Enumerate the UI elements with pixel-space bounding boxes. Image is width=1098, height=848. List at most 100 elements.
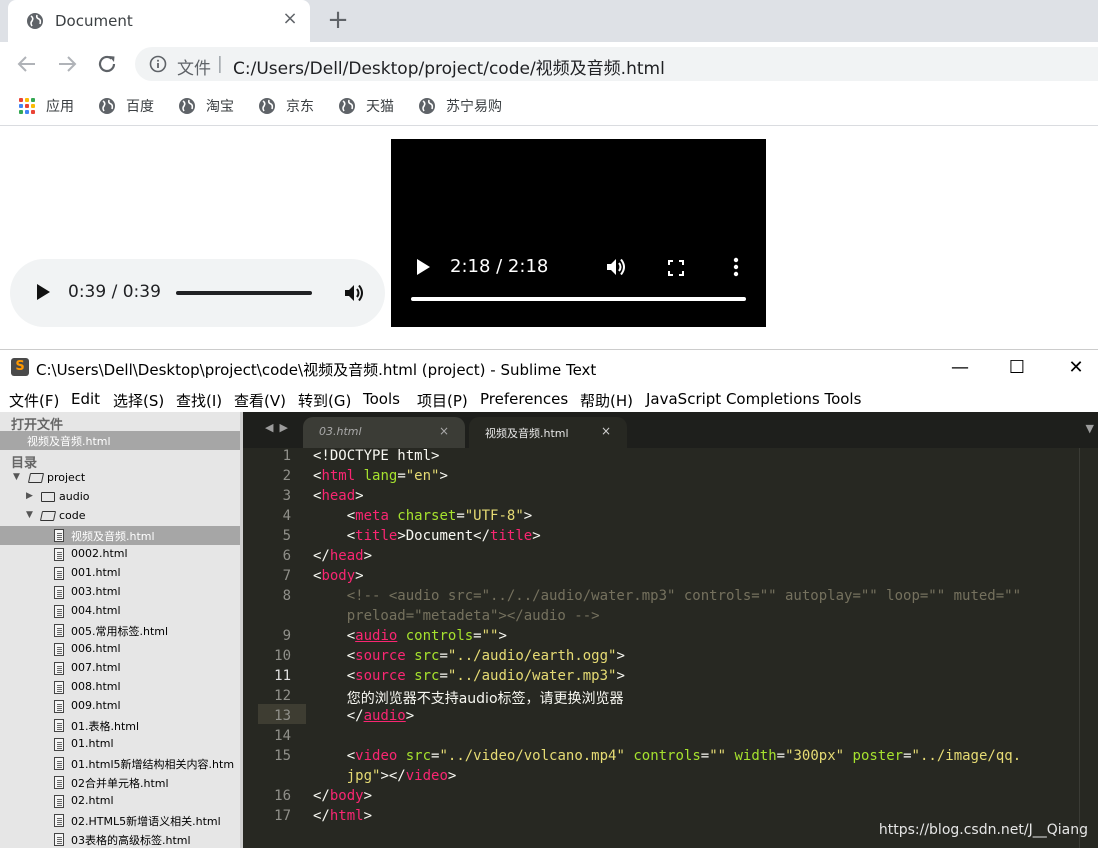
- file-label: 01.表格.html: [71, 720, 140, 733]
- file-item[interactable]: 003.html: [0, 583, 243, 602]
- file-label: 视频及音频.html: [71, 530, 155, 543]
- video-player: 2:18 / 2:18: [391, 139, 766, 327]
- file-icon: [54, 776, 64, 789]
- tab-dropdown-icon[interactable]: ▼: [1086, 422, 1094, 435]
- file-item[interactable]: 02.html: [0, 792, 243, 811]
- punct: =: [439, 668, 448, 684]
- folder-project[interactable]: ▼ project: [0, 469, 243, 488]
- browser-tabstrip: Document × +: [0, 0, 1098, 42]
- bookmark-taobao[interactable]: 淘宝: [178, 96, 234, 116]
- code-line: <video src = "../video/volcano.mp4" contro…: [313, 748, 1021, 764]
- file-item[interactable]: 01.html5新增结构相关内容.htm: [0, 754, 243, 773]
- file-item[interactable]: 01.html: [0, 735, 243, 754]
- code-line: <title>Document</title>: [313, 528, 541, 544]
- expanded-arrow-icon[interactable]: ▼: [26, 510, 33, 520]
- file-icon: [54, 548, 64, 561]
- file-item[interactable]: 006.html: [0, 640, 243, 659]
- info-icon[interactable]: [149, 55, 167, 73]
- menu-find[interactable]: 查找(I): [176, 390, 222, 411]
- bookmark-jd[interactable]: 京东: [258, 96, 314, 116]
- video-play-icon[interactable]: [417, 259, 430, 275]
- file-item[interactable]: 007.html: [0, 659, 243, 678]
- menu-view[interactable]: 查看(V): [234, 390, 286, 411]
- attr-name: src: [405, 668, 440, 684]
- punct: >: [498, 628, 507, 644]
- folder-audio[interactable]: ▶ audio: [0, 488, 243, 507]
- sublime-app-icon: S: [11, 358, 29, 376]
- menu-js-completions[interactable]: JavaScript Completions Tools: [646, 390, 861, 408]
- maximize-button[interactable]: ☐: [1002, 356, 1032, 380]
- file-icon: [54, 719, 64, 732]
- tab-video-audio-html[interactable]: 视频及音频.html ×: [469, 417, 627, 448]
- audio-progress-bar[interactable]: [176, 291, 312, 295]
- close-window-button[interactable]: ✕: [1061, 356, 1091, 380]
- tab-close-icon[interactable]: ×: [280, 9, 300, 29]
- url-scheme-label: 文件: [177, 59, 211, 79]
- bookmark-tmall[interactable]: 天猫: [338, 96, 394, 116]
- menu-selection[interactable]: 选择(S): [113, 390, 164, 411]
- tab-close-icon[interactable]: ×: [601, 424, 611, 438]
- tab-03-html[interactable]: 03.html ×: [303, 417, 465, 448]
- open-file-item[interactable]: 视频及音频.html: [0, 431, 243, 450]
- video-progress-bar[interactable]: [411, 297, 746, 301]
- menu-tools[interactable]: Tools: [363, 390, 400, 408]
- punct: >: [363, 788, 373, 804]
- tab-close-icon[interactable]: ×: [439, 424, 449, 438]
- menu-goto[interactable]: 转到(G): [298, 390, 351, 411]
- attr-name: charset: [388, 508, 457, 524]
- file-item[interactable]: 009.html: [0, 697, 243, 716]
- code-line: <!DOCTYPE html>: [313, 448, 439, 464]
- url-text[interactable]: C:/Users/Dell/Desktop/project/code/视频及音频…: [233, 54, 665, 79]
- file-label: 0002.html: [71, 547, 128, 560]
- sidebar: 打开文件 视频及音频.html 目录 ▼ project ▶ audio ▼ c…: [0, 412, 243, 848]
- audio-play-icon[interactable]: [37, 284, 50, 300]
- menu-file[interactable]: 文件(F): [9, 390, 59, 411]
- tag-name: video: [405, 768, 448, 784]
- file-item[interactable]: 005.常用标签.html: [0, 621, 243, 640]
- punct: =: [903, 748, 912, 764]
- menu-project[interactable]: 项目(P): [417, 390, 468, 411]
- collapsed-arrow-icon[interactable]: ▶: [26, 491, 33, 501]
- more-options-icon[interactable]: [733, 257, 739, 277]
- address-bar[interactable]: 文件 | C:/Users/Dell/Desktop/project/code/…: [135, 47, 1098, 81]
- fullscreen-icon[interactable]: [668, 260, 684, 276]
- punct: >: [405, 708, 415, 724]
- file-item[interactable]: 008.html: [0, 678, 243, 697]
- file-icon: [54, 643, 64, 656]
- back-arrow-icon[interactable]: [15, 52, 39, 76]
- tag-name: source: [355, 648, 406, 664]
- file-item[interactable]: 001.html: [0, 564, 243, 583]
- bookmark-suning[interactable]: 苏宁易购: [418, 96, 502, 116]
- video-volume-icon[interactable]: [605, 257, 627, 277]
- expanded-arrow-icon[interactable]: ▼: [13, 472, 20, 482]
- menu-preferences[interactable]: Preferences: [480, 390, 568, 408]
- reload-icon[interactable]: [95, 52, 119, 76]
- folder-code[interactable]: ▼ code: [0, 507, 243, 526]
- sublime-titlebar: S C:\Users\Dell\Desktop\project\code\视频及…: [0, 350, 1098, 386]
- attr-name: src: [397, 748, 432, 764]
- file-label: 004.html: [71, 604, 121, 617]
- menu-edit[interactable]: Edit: [71, 390, 100, 408]
- bookmark-apps[interactable]: 应用: [18, 96, 74, 116]
- code-line: <audio controls="">: [313, 628, 507, 644]
- file-item[interactable]: 02合并单元格.html: [0, 773, 243, 792]
- file-item[interactable]: 0002.html: [0, 545, 243, 564]
- editor-scrollbar[interactable]: [1088, 448, 1098, 848]
- tab-nav-arrows-icon[interactable]: ◀▶: [265, 421, 294, 434]
- code-area[interactable]: <!DOCTYPE html> <html lang="en"> <head> …: [313, 448, 1083, 848]
- tag-name: html: [321, 468, 356, 484]
- minimize-button[interactable]: —: [945, 356, 975, 380]
- punct: <: [313, 648, 356, 664]
- forward-arrow-icon[interactable]: [55, 52, 79, 76]
- bookmark-baidu[interactable]: 百度: [98, 96, 154, 116]
- file-item[interactable]: 02.HTML5新增语义相关.html: [0, 811, 243, 830]
- file-item[interactable]: 01.表格.html: [0, 716, 243, 735]
- file-item[interactable]: 03表格的高级标签.html: [0, 830, 243, 848]
- attr-value: "../video/volcano.mp4": [439, 748, 625, 764]
- audio-volume-icon[interactable]: [343, 283, 365, 303]
- browser-tab[interactable]: Document ×: [8, 0, 310, 42]
- file-item[interactable]: 视频及音频.html: [0, 526, 243, 545]
- menu-help[interactable]: 帮助(H): [580, 390, 633, 411]
- new-tab-button[interactable]: +: [325, 7, 351, 34]
- file-item[interactable]: 004.html: [0, 602, 243, 621]
